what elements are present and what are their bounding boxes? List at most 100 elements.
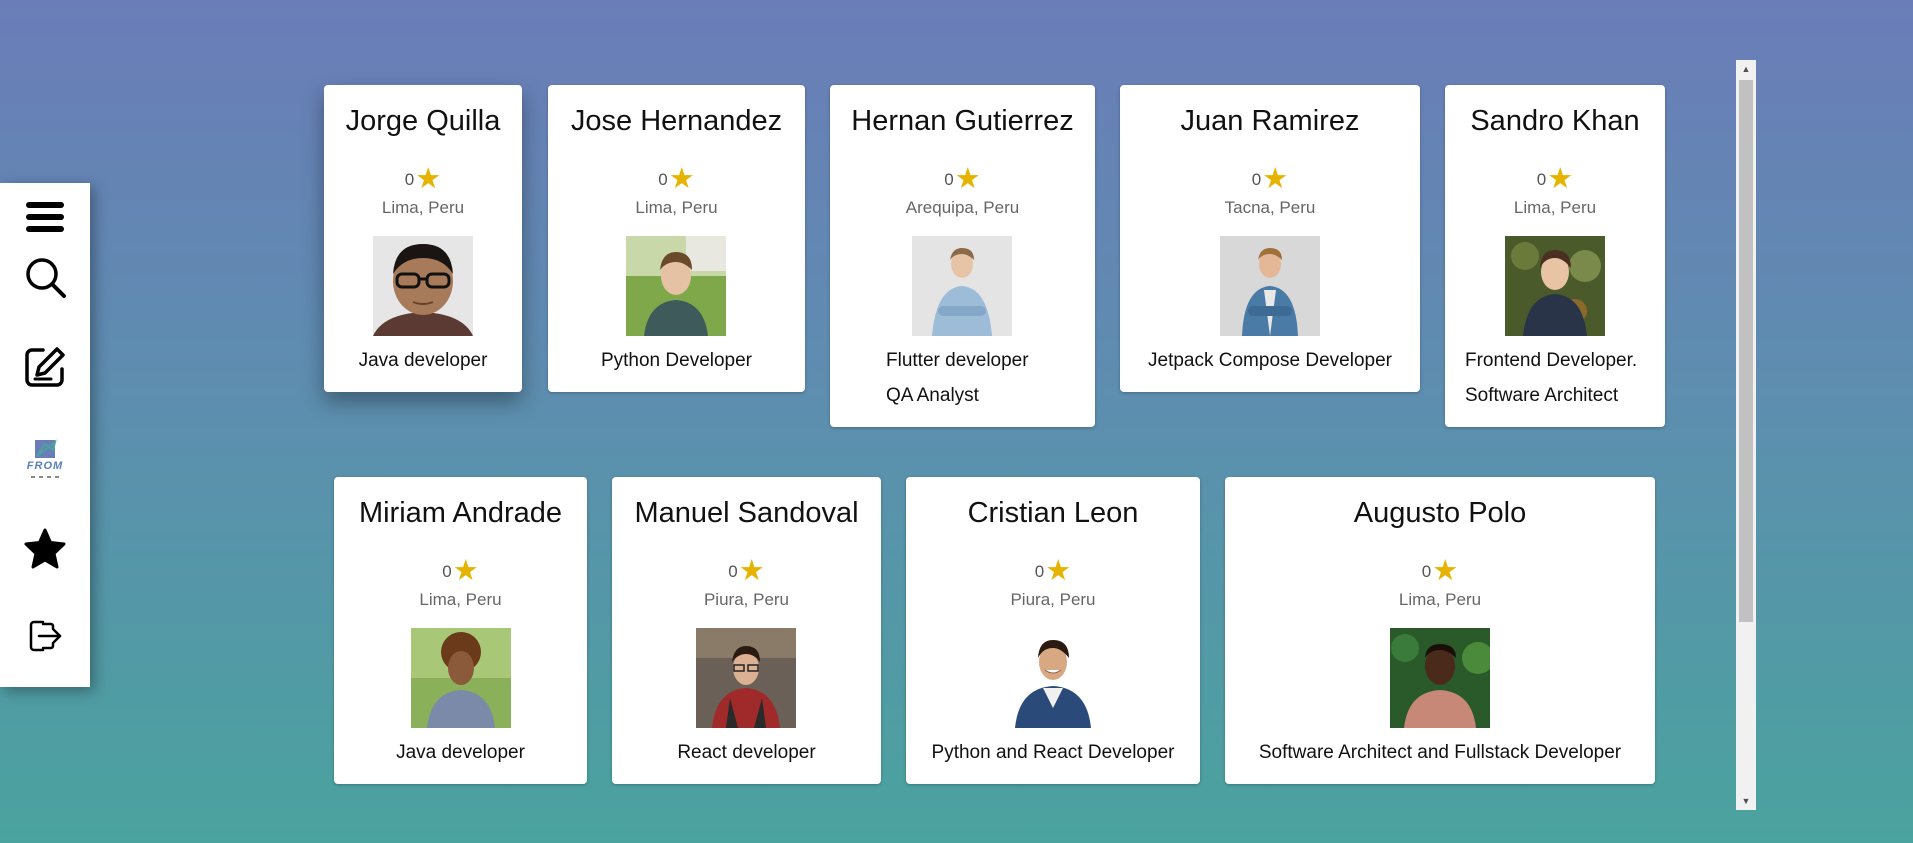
rating-value: 0 xyxy=(1034,561,1045,581)
profile-photo xyxy=(411,628,511,728)
rating-value: 0 xyxy=(728,561,738,581)
profile-location: Lima, Peru xyxy=(1513,198,1597,217)
profile-location: Lima, Peru xyxy=(381,198,465,217)
rating-value: 0 xyxy=(944,169,954,189)
profile-roles: Frontend Developer. Software Architect xyxy=(1465,343,1665,413)
rating-value: 0 xyxy=(658,169,668,189)
role-label: Python Developer xyxy=(600,350,753,371)
edit-icon xyxy=(25,347,65,387)
profile-card[interactable]: Miriam Andrade 0 ★ Lima, Peru Java develo… xyxy=(334,477,587,784)
role-label: Jetpack Compose Developer xyxy=(1148,350,1392,371)
favorites-button[interactable] xyxy=(0,527,90,571)
profile-roles: Jetpack Compose Developer xyxy=(1120,343,1420,378)
profile-name: Miriam Andrade xyxy=(358,497,563,529)
profile-roles: Software Architect and Fullstack Develop… xyxy=(1225,735,1655,770)
profile-card[interactable]: Jorge Quilla 0 ★ Lima, Peru Java develope… xyxy=(324,85,522,392)
vertical-scrollbar[interactable]: ▲ ▼ xyxy=(1736,60,1756,810)
role-label: Frontend Developer. xyxy=(1465,350,1638,371)
profile-photo xyxy=(373,236,473,336)
profile-name: Augusto Polo xyxy=(1353,497,1527,529)
profile-rating: 0 ★ xyxy=(1225,557,1655,586)
profile-card[interactable]: Hernan Gutierrez 0 ★ Arequipa, Peru Flutt… xyxy=(830,85,1095,427)
star-icon: ★ xyxy=(1045,555,1072,587)
star-icon: ★ xyxy=(954,163,981,195)
star-icon: ★ xyxy=(1262,163,1289,195)
profile-name: Sandro Khan xyxy=(1470,105,1640,137)
rating-value: 0 xyxy=(1421,561,1432,581)
star-icon: ★ xyxy=(1547,163,1574,195)
search-button[interactable] xyxy=(0,255,90,299)
profile-photo xyxy=(1390,628,1490,728)
profile-photo xyxy=(1505,236,1605,336)
role-label: Software Architect and Fullstack Develop… xyxy=(1258,742,1622,763)
profile-rating: 0 ★ xyxy=(1445,165,1665,194)
profile-location: Lima, Peru xyxy=(635,198,718,217)
profile-photo xyxy=(1003,628,1103,728)
profile-card[interactable]: Jose Hernandez 0 ★ Lima, Peru Python Deve… xyxy=(548,85,805,392)
profile-location: Piura, Peru xyxy=(1010,590,1096,609)
star-icon: ★ xyxy=(1432,555,1459,587)
profile-name: Manuel Sandoval xyxy=(634,497,859,529)
profile-location: Lima, Peru xyxy=(1398,590,1482,609)
profile-photo xyxy=(1220,236,1320,336)
profile-roles: Java developer xyxy=(334,735,587,770)
profile-rating: 0 ★ xyxy=(324,165,522,194)
profile-card[interactable]: Juan Ramirez 0 ★ Tacna, Peru Jetpack Comp… xyxy=(1120,85,1420,392)
profile-photo xyxy=(696,628,796,728)
scrollbar-thumb[interactable] xyxy=(1739,80,1753,622)
profile-card[interactable]: Augusto Polo 0 ★ Lima, Peru Software Arch… xyxy=(1225,477,1655,784)
edit-button[interactable] xyxy=(0,345,90,389)
profile-rating: 0 ★ xyxy=(612,557,881,586)
profile-roles: Python and React Developer xyxy=(906,735,1200,770)
role-label: QA Analyst xyxy=(886,385,979,406)
logout-button[interactable] xyxy=(0,618,90,654)
sidebar: FROM xyxy=(0,183,90,687)
star-icon: ★ xyxy=(452,555,479,587)
rating-value: 0 xyxy=(1536,169,1547,189)
rating-value: 0 xyxy=(442,561,452,581)
logo-link[interactable]: FROM xyxy=(0,438,90,480)
profile-roles: Flutter developer QA Analyst xyxy=(886,343,1095,413)
profile-card[interactable]: Manuel Sandoval 0 ★ Piura, Peru React dev… xyxy=(612,477,881,784)
profile-name: Jorge Quilla xyxy=(345,105,501,137)
profile-location: Arequipa, Peru xyxy=(905,198,1020,217)
star-icon: ★ xyxy=(738,555,765,587)
role-label: Python and React Developer xyxy=(931,742,1175,763)
role-label: React developer xyxy=(677,742,816,763)
role-label: Flutter developer xyxy=(886,350,1029,371)
rating-value: 0 xyxy=(1251,169,1262,189)
scroll-down-icon[interactable]: ▼ xyxy=(1736,792,1756,810)
profile-name: Cristian Leon xyxy=(967,497,1139,529)
star-icon xyxy=(24,528,66,569)
profile-rating: 0 ★ xyxy=(906,557,1200,586)
menu-icon xyxy=(26,202,64,232)
profile-roles: Python Developer xyxy=(548,343,805,378)
profile-location: Tacna, Peru xyxy=(1224,198,1316,217)
search-icon xyxy=(26,258,66,298)
scroll-up-icon[interactable]: ▲ xyxy=(1736,60,1756,78)
profile-roles: React developer xyxy=(612,735,881,770)
profile-photo xyxy=(912,236,1012,336)
profile-name: Hernan Gutierrez xyxy=(851,105,1074,137)
profile-rating: 0 ★ xyxy=(334,557,587,586)
rating-value: 0 xyxy=(404,169,415,189)
profile-photo xyxy=(626,236,726,336)
logo-icon xyxy=(31,439,59,478)
profile-name: Juan Ramirez xyxy=(1180,105,1360,137)
logo-text: FROM xyxy=(26,460,64,472)
logout-icon xyxy=(29,620,62,652)
role-label: Java developer xyxy=(358,350,488,371)
profile-location: Piura, Peru xyxy=(703,590,790,609)
profile-roles: Java developer xyxy=(324,343,522,378)
menu-button[interactable] xyxy=(0,197,90,237)
profile-name: Jose Hernandez xyxy=(570,105,783,137)
profile-rating: 0 ★ xyxy=(548,165,805,194)
profile-card[interactable]: Cristian Leon 0 ★ Piura, Peru Python and … xyxy=(906,477,1200,784)
role-label: Java developer xyxy=(396,742,525,763)
profile-location: Lima, Peru xyxy=(419,590,502,609)
profile-rating: 0 ★ xyxy=(1120,165,1420,194)
profile-rating: 0 ★ xyxy=(830,165,1095,194)
star-icon: ★ xyxy=(415,163,442,195)
profile-card[interactable]: Sandro Khan 0 ★ Lima, Peru Frontend Devel… xyxy=(1445,85,1665,427)
star-icon: ★ xyxy=(668,163,695,195)
